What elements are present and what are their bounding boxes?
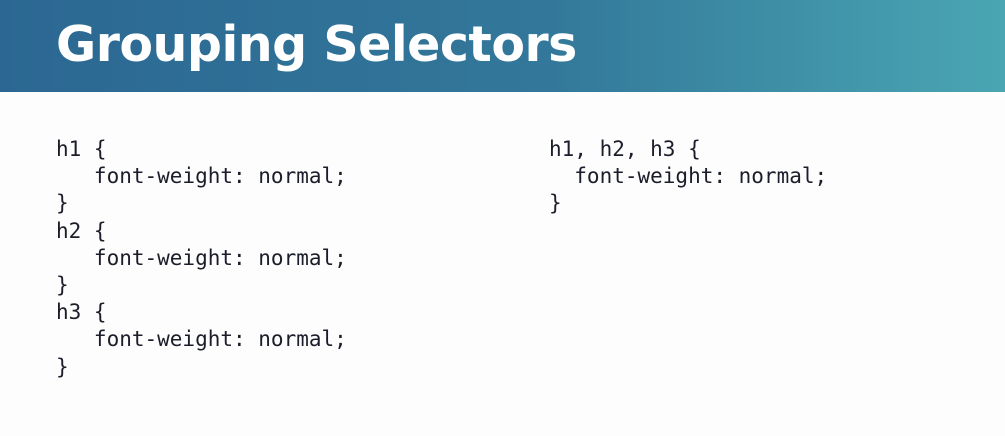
code-line: h3 {	[56, 300, 107, 325]
slide-title: Grouping Selectors	[56, 16, 577, 73]
code-line: }	[56, 191, 69, 216]
code-block-grouped-selectors: h1, h2, h3 { font-weight: normal;}	[549, 136, 827, 218]
code-line: }	[549, 191, 562, 216]
code-line: }	[56, 354, 69, 379]
code-line: h2 {	[56, 218, 107, 243]
code-block-separate-selectors: h1 { font-weight: normal;} h2 { font-weig…	[56, 136, 347, 381]
title-banner: Grouping Selectors	[0, 0, 1005, 92]
code-line: }	[56, 272, 69, 297]
code-line: h1 {	[56, 137, 107, 161]
code-line: font-weight: normal;	[56, 164, 347, 189]
code-line: font-weight: normal;	[549, 164, 828, 189]
code-line: h1, h2, h3 {	[549, 137, 701, 161]
code-line: font-weight: normal;	[56, 245, 347, 270]
slide: Grouping Selectors h1 { font-weight: nor…	[0, 0, 1005, 436]
code-line: font-weight: normal;	[56, 327, 347, 352]
